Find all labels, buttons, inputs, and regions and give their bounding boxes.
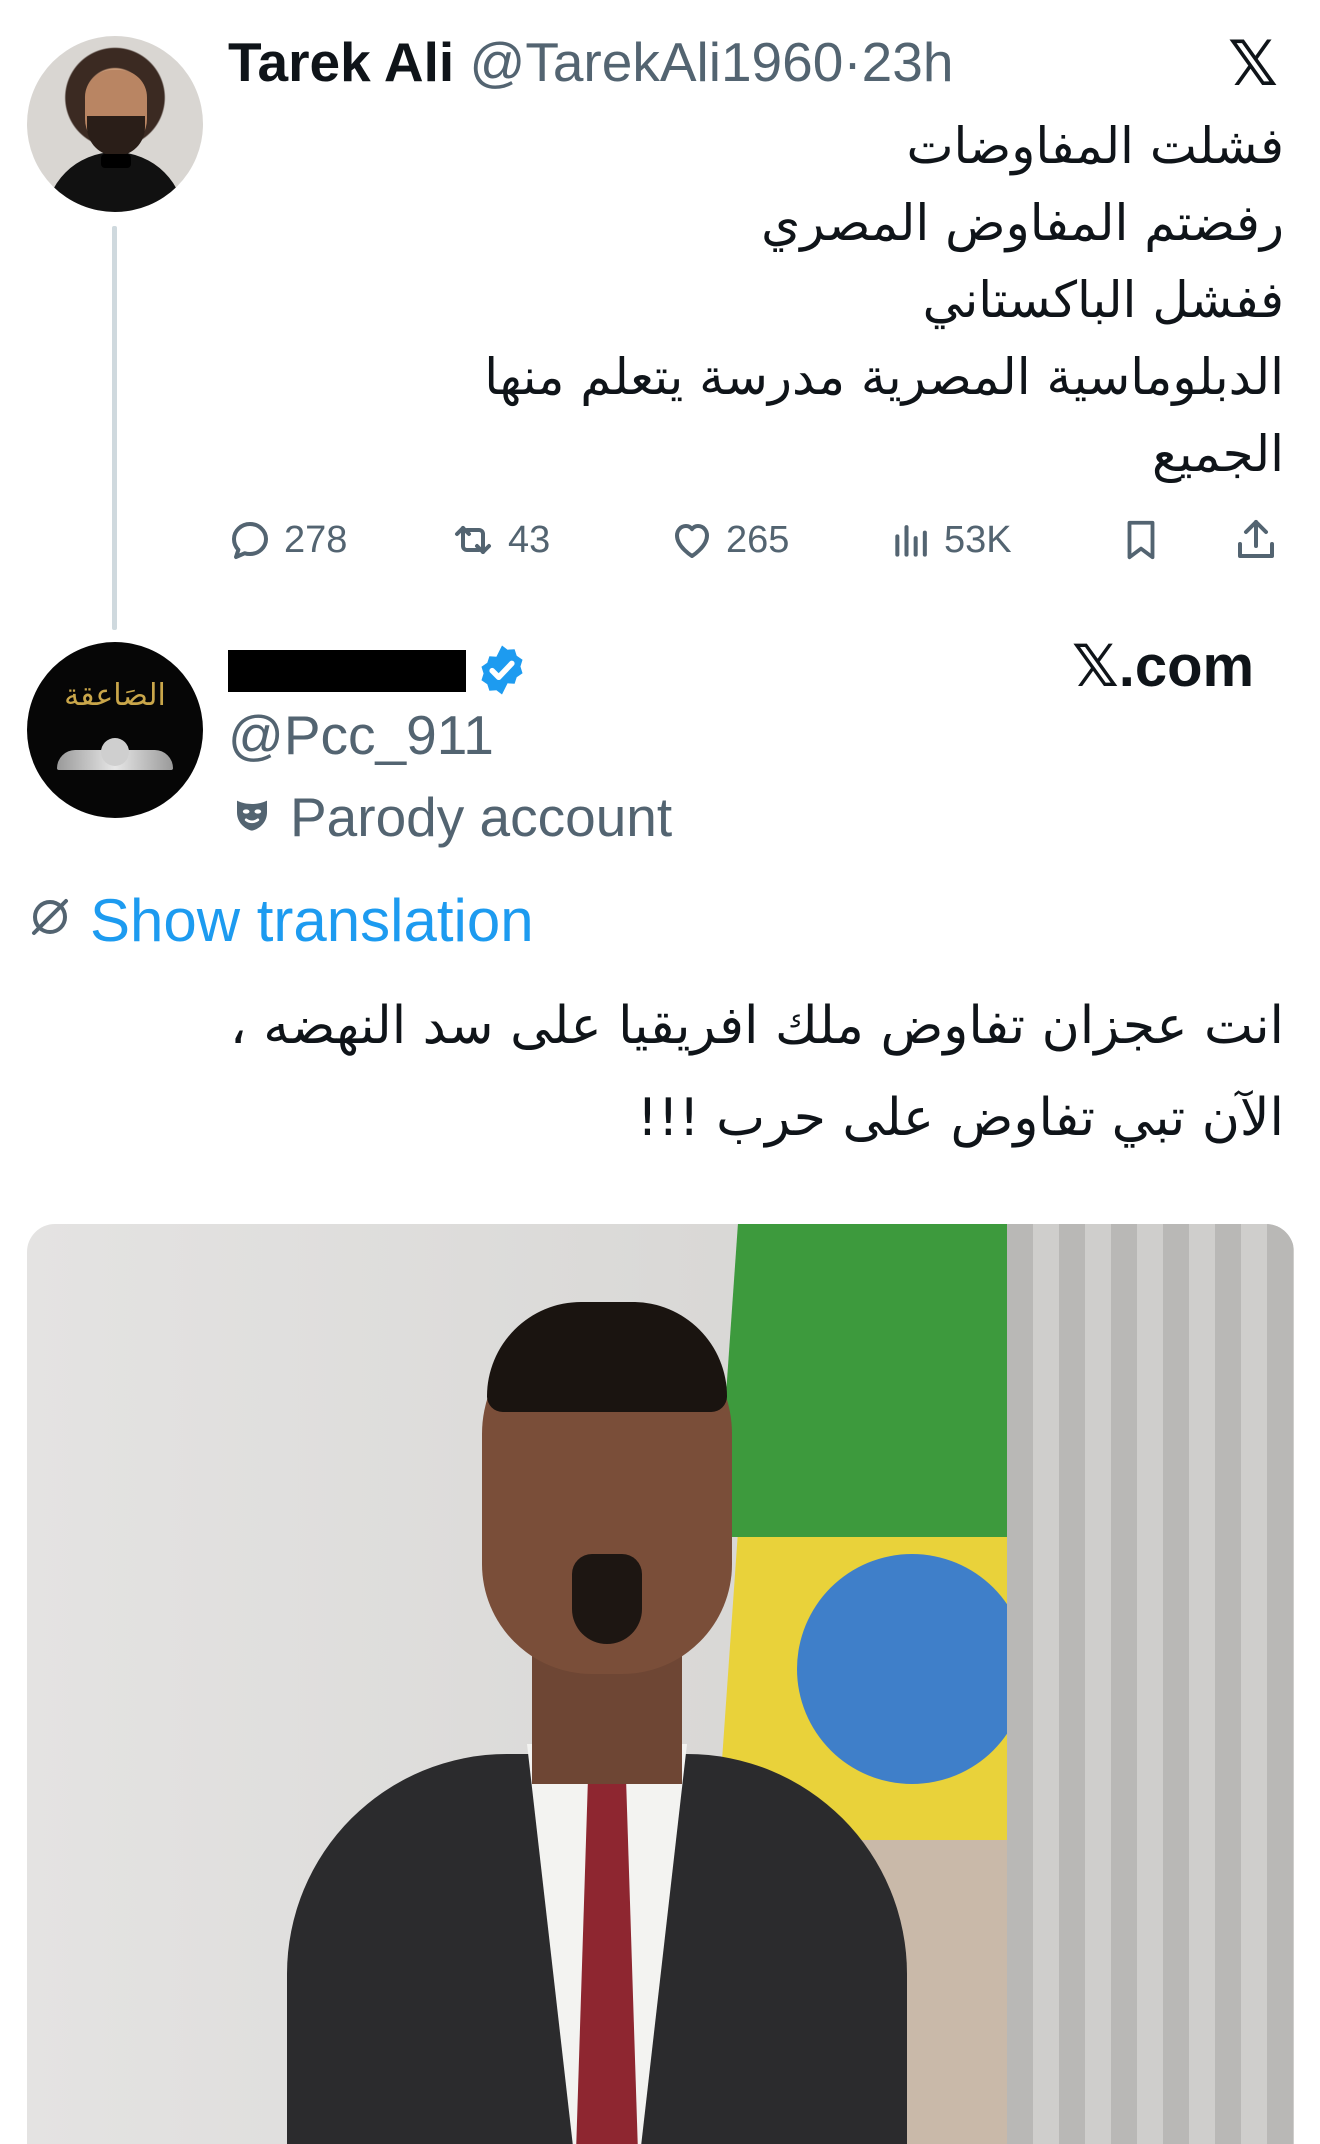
quoted-tweet-header: Tarek Ali @TarekAli1960·23h: [228, 30, 953, 94]
person-goatee: [572, 1554, 642, 1644]
views-button[interactable]: 53K: [890, 512, 1012, 568]
tweet-timestamp[interactable]: 23h: [862, 31, 954, 93]
author-handle[interactable]: @Pcc_911: [228, 702, 494, 768]
tweet-text-line: الجميع: [1151, 425, 1284, 483]
bookmark-button[interactable]: [1118, 512, 1164, 568]
pcc-911-avatar[interactable]: الصَاعقة: [27, 642, 203, 818]
tweet-text-line: انت عجزان تفاوض ملك افريقيا على سد النهض…: [229, 996, 1284, 1056]
views-icon: [890, 516, 934, 564]
heart-icon: [668, 516, 716, 564]
author-handle[interactable]: @TarekAli1960: [470, 31, 844, 93]
main-tweet-text: انت عجزان تفاوض ملك افريقيا على سد النهض…: [24, 980, 1284, 1164]
quoted-tweet-text: فشلت المفاوضات رفضتم المفاوض المصري ففشل…: [334, 108, 1284, 493]
show-translation-link[interactable]: Show translation: [26, 886, 534, 956]
tweet-text-line: ففشل الباكستاني: [922, 271, 1284, 329]
like-button[interactable]: 265: [668, 512, 789, 568]
tweet-text-line: رفضتم المفاوض المصري: [761, 194, 1284, 252]
parody-account-label: Parody account: [232, 784, 672, 850]
tweet-text-line: الدبلوماسية المصرية مدرسة يتعلم منها: [484, 348, 1284, 406]
author-name[interactable]: Tarek Ali: [228, 31, 454, 93]
person-hair: [487, 1302, 727, 1412]
repost-count: 43: [508, 518, 551, 561]
repost-button[interactable]: 43: [448, 512, 550, 568]
header-separator: ·: [843, 31, 862, 93]
avatar-beard: [87, 116, 145, 156]
reply-button[interactable]: 278: [226, 512, 347, 568]
curtain-background: [1007, 1224, 1294, 2144]
flag-emblem: [797, 1554, 1027, 1784]
thread-connector-line: [112, 226, 117, 630]
translate-globe-icon: [26, 886, 74, 956]
parachute-emblem: [101, 738, 129, 766]
tarek-ali-avatar[interactable]: [27, 36, 203, 212]
reply-icon: [226, 516, 274, 564]
x-logo-icon[interactable]: 𝕏: [1228, 34, 1278, 96]
tweet-photo[interactable]: [27, 1224, 1294, 2144]
share-button[interactable]: [1232, 512, 1280, 568]
like-count: 265: [726, 518, 790, 561]
redacted-display-name: [228, 650, 466, 692]
avatar-logo-text: الصَاعقة: [64, 678, 166, 713]
bookmark-icon: [1118, 516, 1164, 564]
parody-mask-icon: [232, 784, 272, 850]
parody-label-text: Parody account: [290, 786, 673, 848]
tweet-text-line: الآن تبي تفاوض على حرب !!!: [637, 1088, 1284, 1148]
repost-icon: [448, 516, 498, 564]
show-translation-text: Show translation: [90, 887, 534, 954]
reply-count: 278: [284, 518, 348, 561]
verified-badge-icon: [474, 642, 530, 703]
avatar-bowtie: [101, 154, 131, 168]
share-icon: [1232, 516, 1280, 564]
views-count: 53K: [944, 518, 1012, 561]
tweet-action-bar: 278 43 265 53K: [226, 512, 1291, 568]
x-com-source-label[interactable]: 𝕏.com: [1072, 634, 1254, 700]
tweet-text-line: فشلت المفاوضات: [906, 117, 1284, 175]
